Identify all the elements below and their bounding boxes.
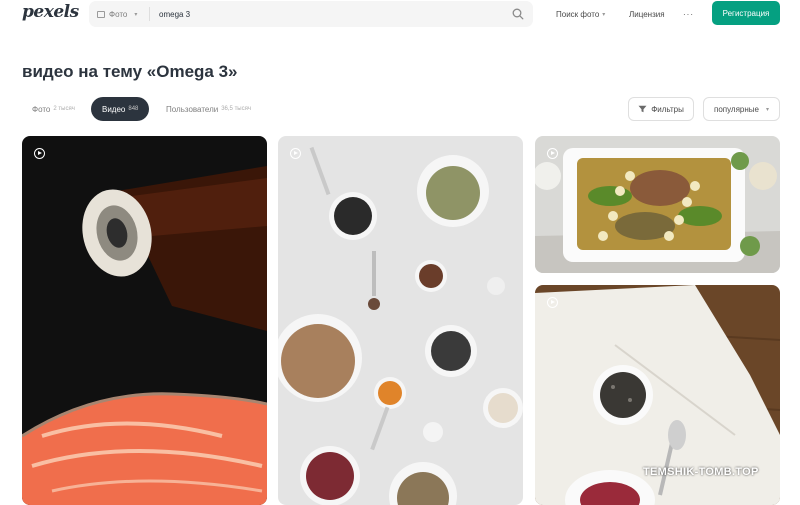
watermark: TEMSHIK-TOMB.TOP [643,466,759,478]
search-icon[interactable] [511,7,525,21]
tab-videos[interactable]: Видео 848 [91,97,150,121]
play-icon [547,297,558,308]
play-icon [34,148,45,159]
filters-button[interactable]: Фильтры [628,97,694,121]
filters-label: Фильтры [651,104,684,114]
search-divider [149,7,150,21]
header: pexels Фото ▾ Поиск фото ▾ Лицензия ··· … [0,0,800,28]
sort-label: популярные [713,104,759,114]
sort-dropdown[interactable]: популярные ▾ [703,97,780,121]
play-icon [290,148,301,159]
tab-videos-label: Видео [102,104,126,114]
search-bar: Фото ▾ [89,1,533,27]
tab-photos[interactable]: Фото 2 тысяч [32,97,75,121]
video-tile[interactable] [535,136,780,273]
search-type-label: Фото [109,9,128,19]
video-thumbnail-bottle-salmon [22,136,267,505]
video-tile[interactable] [278,136,523,505]
tab-users-count: 36,5 тысяч [221,106,251,112]
chevron-down-icon: ▾ [602,11,606,18]
tab-photos-label: Фото [32,104,51,114]
video-thumbnail-salad [535,136,780,273]
tab-users[interactable]: Пользователи 36,5 тысяч [166,97,251,121]
tab-videos-count: 848 [128,106,139,112]
register-button[interactable]: Регистрация [712,1,780,25]
nav-license[interactable]: Лицензия [629,0,665,28]
chevron-down-icon: ▾ [766,106,770,113]
filter-icon [638,105,647,113]
nav-photo-search[interactable]: Поиск фото ▾ [556,0,605,28]
search-input[interactable] [159,5,489,23]
nav-photo-search-label: Поиск фото [556,9,600,19]
pexels-logo[interactable]: pexels [22,2,79,22]
tab-users-label: Пользователи [166,104,219,114]
search-type-select[interactable]: Фото ▾ [97,1,137,27]
play-icon [547,148,558,159]
video-tile[interactable] [22,136,267,505]
image-icon [97,10,105,18]
page-title: видео на тему «Omega 3» [22,62,238,81]
chevron-down-icon: ▾ [134,11,138,18]
nav-license-label: Лицензия [629,9,665,19]
video-thumbnail-seeds-bowls [278,136,523,505]
tab-photos-count: 2 тысяч [53,106,75,112]
more-menu-icon[interactable]: ··· [683,0,694,28]
